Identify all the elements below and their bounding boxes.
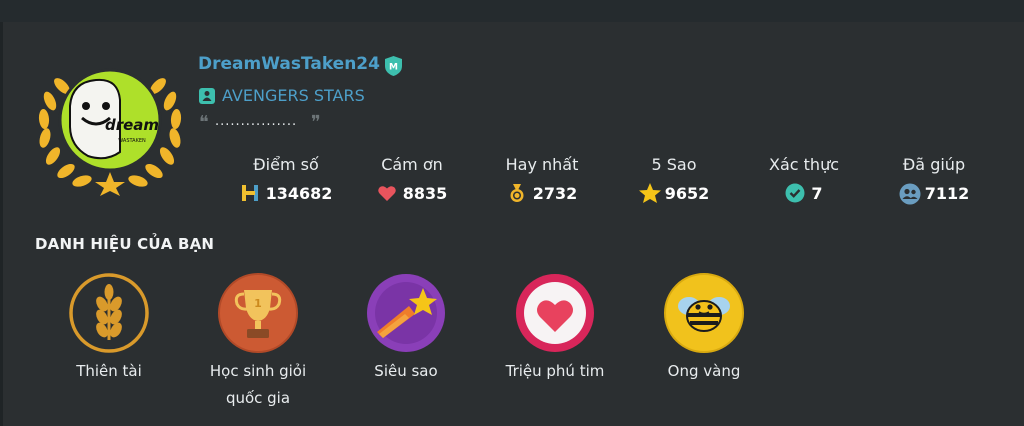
stat-helped: Đã giúp 7112 [874, 155, 994, 205]
team-name-link[interactable]: AVENGERS STARS [222, 86, 365, 105]
username-link[interactable]: DreamWasTaken24 [198, 54, 380, 74]
stat-value: 134682 [265, 183, 333, 203]
badge-label: Thiên tài [76, 362, 142, 380]
badge-thien-tai[interactable]: Thiên tài [34, 272, 184, 385]
stat-verified: Xác thực 7 [744, 155, 864, 205]
svg-text:M: M [389, 63, 398, 73]
badge-label: Học sinh giỏi quốc gia [209, 362, 307, 407]
badge-label: Triệu phú tim [505, 362, 605, 380]
stat-label: Cám ơn [381, 155, 443, 174]
stat-value: 8835 [402, 183, 448, 203]
stat-points: Điểm số 134682 [226, 155, 346, 205]
shooting-star-icon [367, 274, 445, 352]
medal-icon [507, 183, 527, 203]
avatar-laurel-frame: dream WASTAKEN [38, 68, 182, 196]
stat-value: 9652 [664, 183, 710, 203]
top-bar [0, 0, 1024, 22]
quote-text: ................ [215, 114, 298, 129]
stat-label: Xác thực [769, 155, 839, 174]
badge-label: Ong vàng [667, 362, 741, 380]
helped-users-icon [899, 183, 921, 205]
stat-five-stars: 5 Sao 9652 [614, 155, 734, 205]
stat-label: 5 Sao [651, 155, 697, 174]
avatar-text: dream [105, 116, 159, 134]
stat-thanks: Cám ơn 8835 [352, 155, 472, 205]
stat-label: Đã giúp [902, 155, 966, 174]
stat-value: 7112 [924, 183, 970, 203]
titles-heading: DANH HIỆU CỦA BẠN [35, 235, 215, 253]
heart-coin-icon [516, 274, 594, 352]
badge-ong-vang[interactable]: Ong vàng [629, 272, 779, 385]
wheat-icon [69, 273, 149, 353]
badge-hoc-sinh-gioi[interactable]: 1 Học sinh giỏi quốc gia [183, 272, 333, 412]
badge-label: Siêu sao [374, 362, 438, 380]
heart-icon [377, 183, 397, 203]
stat-best: Hay nhất 2732 [482, 155, 602, 205]
stat-value: 2732 [532, 183, 578, 203]
badge-trieu-phu-tim[interactable]: Triệu phú tim [480, 272, 630, 385]
avatar-subtext: WASTAKEN [118, 138, 146, 144]
star-icon [638, 183, 661, 203]
badge-sieu-sao[interactable]: Siêu sao [331, 272, 481, 385]
trophy-icon: 1 [218, 273, 298, 353]
quote-open-icon: ❝ [199, 112, 209, 133]
stat-value: 7 [811, 183, 823, 203]
moderator-badge-icon: M [383, 55, 404, 77]
svg-text:1: 1 [254, 297, 262, 310]
quote-close-icon: ❞ [311, 112, 321, 133]
bee-icon [664, 273, 744, 353]
stat-label: Điểm số [253, 155, 319, 174]
verified-icon [785, 183, 805, 203]
avatar[interactable]: dream WASTAKEN [36, 56, 184, 196]
stat-label: Hay nhất [505, 155, 579, 174]
points-icon [240, 183, 260, 203]
team-icon [199, 88, 215, 104]
